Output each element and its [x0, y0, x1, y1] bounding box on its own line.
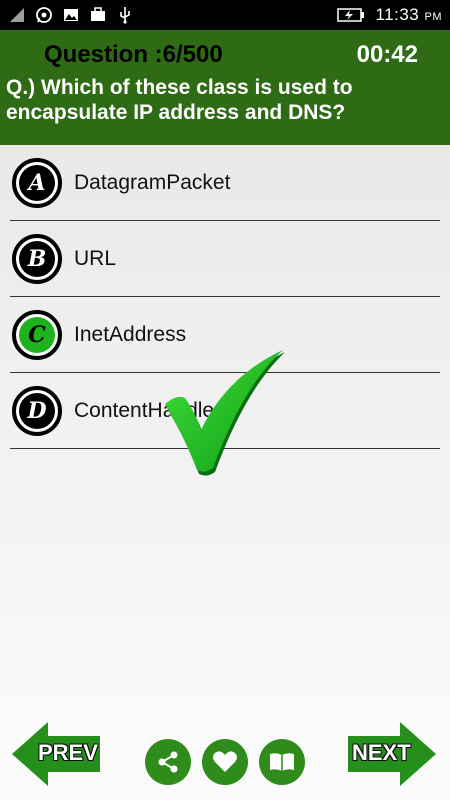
option-a-badge: A: [12, 157, 62, 208]
next-label: NEXT: [352, 740, 411, 765]
option-a[interactable]: A DatagramPacket: [10, 145, 440, 221]
question-header: Question :6/500 00:42 Q.) Which of these…: [0, 30, 450, 145]
option-b[interactable]: B URL: [10, 221, 440, 297]
option-b-label: URL: [74, 246, 117, 270]
bottom-navigation: PREV NEXT: [0, 700, 450, 800]
usb-icon: [120, 7, 130, 24]
status-time: 11:33 PM: [375, 5, 442, 24]
checkmark-icon: [165, 350, 285, 476]
whatsapp-icon: [36, 7, 52, 23]
briefcase-icon: [91, 7, 105, 21]
favorite-button[interactable]: [202, 739, 248, 785]
battery-charging-icon: [337, 8, 365, 22]
next-button[interactable]: NEXT: [346, 710, 438, 798]
book-button[interactable]: [259, 739, 305, 785]
share-button[interactable]: [145, 739, 191, 785]
prev-label: PREV: [38, 740, 98, 765]
book-icon: [270, 753, 294, 771]
share-icon: [158, 751, 178, 773]
option-b-badge: B: [12, 233, 62, 284]
image-icon: [64, 9, 78, 21]
status-bar: 11:33 PM: [0, 0, 450, 30]
prev-button[interactable]: PREV: [10, 710, 102, 798]
option-c-label: InetAddress: [74, 322, 187, 346]
option-a-label: DatagramPacket: [74, 170, 231, 194]
heart-icon: [213, 751, 237, 772]
timer: 00:42: [356, 41, 418, 68]
question-counter: Question :6/500: [44, 41, 223, 68]
question-text: Q.) Which of these class is used to enca…: [6, 76, 353, 124]
option-d-badge: D: [12, 385, 62, 436]
option-c-badge: C: [12, 309, 62, 360]
signal-icon: [10, 8, 24, 22]
